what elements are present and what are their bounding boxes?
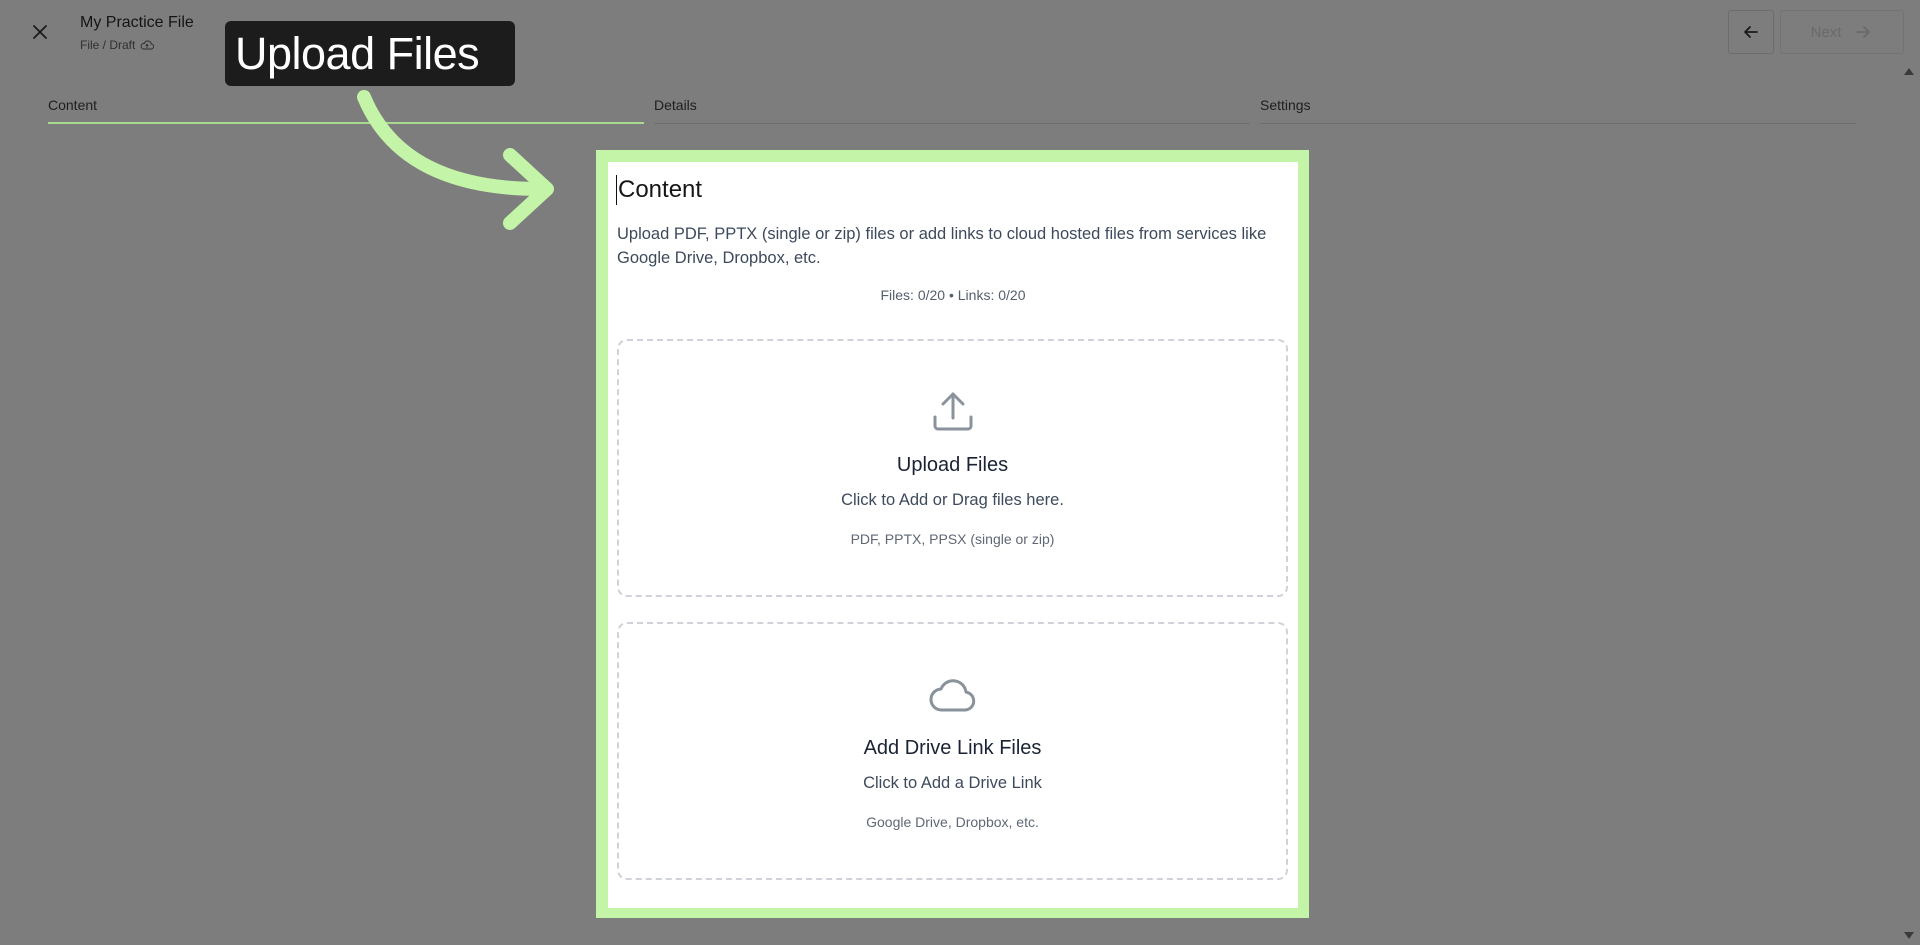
step-details-indicator <box>654 123 1250 124</box>
tutorial-callout: Upload Files <box>225 21 515 86</box>
step-settings-indicator <box>1260 123 1856 124</box>
back-button[interactable] <box>1728 10 1774 54</box>
callout-arrow-icon <box>357 90 554 230</box>
upload-files-hint: PDF, PPTX, PPSX (single or zip) <box>850 531 1055 547</box>
next-label: Next <box>1810 23 1842 41</box>
drive-link-hint: Google Drive, Dropbox, etc. <box>866 814 1039 830</box>
upload-files-dropzone[interactable]: Upload Files Click to Add or Drag files … <box>617 339 1288 597</box>
scroll-down-arrow[interactable] <box>1904 932 1914 939</box>
file-title: My Practice File <box>80 14 194 31</box>
step-settings[interactable]: Settings <box>1260 97 1311 113</box>
step-details[interactable]: Details <box>654 97 697 113</box>
step-content[interactable]: Content <box>48 97 97 113</box>
content-description: Upload PDF, PPTX (single or zip) files o… <box>617 225 1267 267</box>
upload-files-title: Upload Files <box>896 454 1009 476</box>
cloud-status-icon <box>140 40 155 50</box>
next-button[interactable]: Next <box>1780 10 1904 54</box>
scroll-up-arrow[interactable] <box>1904 68 1914 75</box>
close-button[interactable] <box>27 19 53 45</box>
file-link-counts: Files: 0/20 • Links: 0/20 <box>880 287 1026 303</box>
close-icon <box>33 25 47 39</box>
upload-icon <box>933 392 972 431</box>
cloud-icon <box>929 679 975 712</box>
upload-files-subtitle: Click to Add or Drag files here. <box>841 491 1064 509</box>
breadcrumb: File / Draft <box>80 38 155 52</box>
arrow-left-icon <box>1744 26 1758 38</box>
drive-link-dropzone[interactable]: Add Drive Link Files Click to Add a Driv… <box>617 622 1288 880</box>
content-title: Content <box>616 175 703 205</box>
drive-link-subtitle: Click to Add a Drive Link <box>863 774 1042 792</box>
drive-link-title: Add Drive Link Files <box>863 737 1042 759</box>
arrow-right-icon <box>1856 26 1871 38</box>
breadcrumb-text: File / Draft <box>80 38 136 52</box>
